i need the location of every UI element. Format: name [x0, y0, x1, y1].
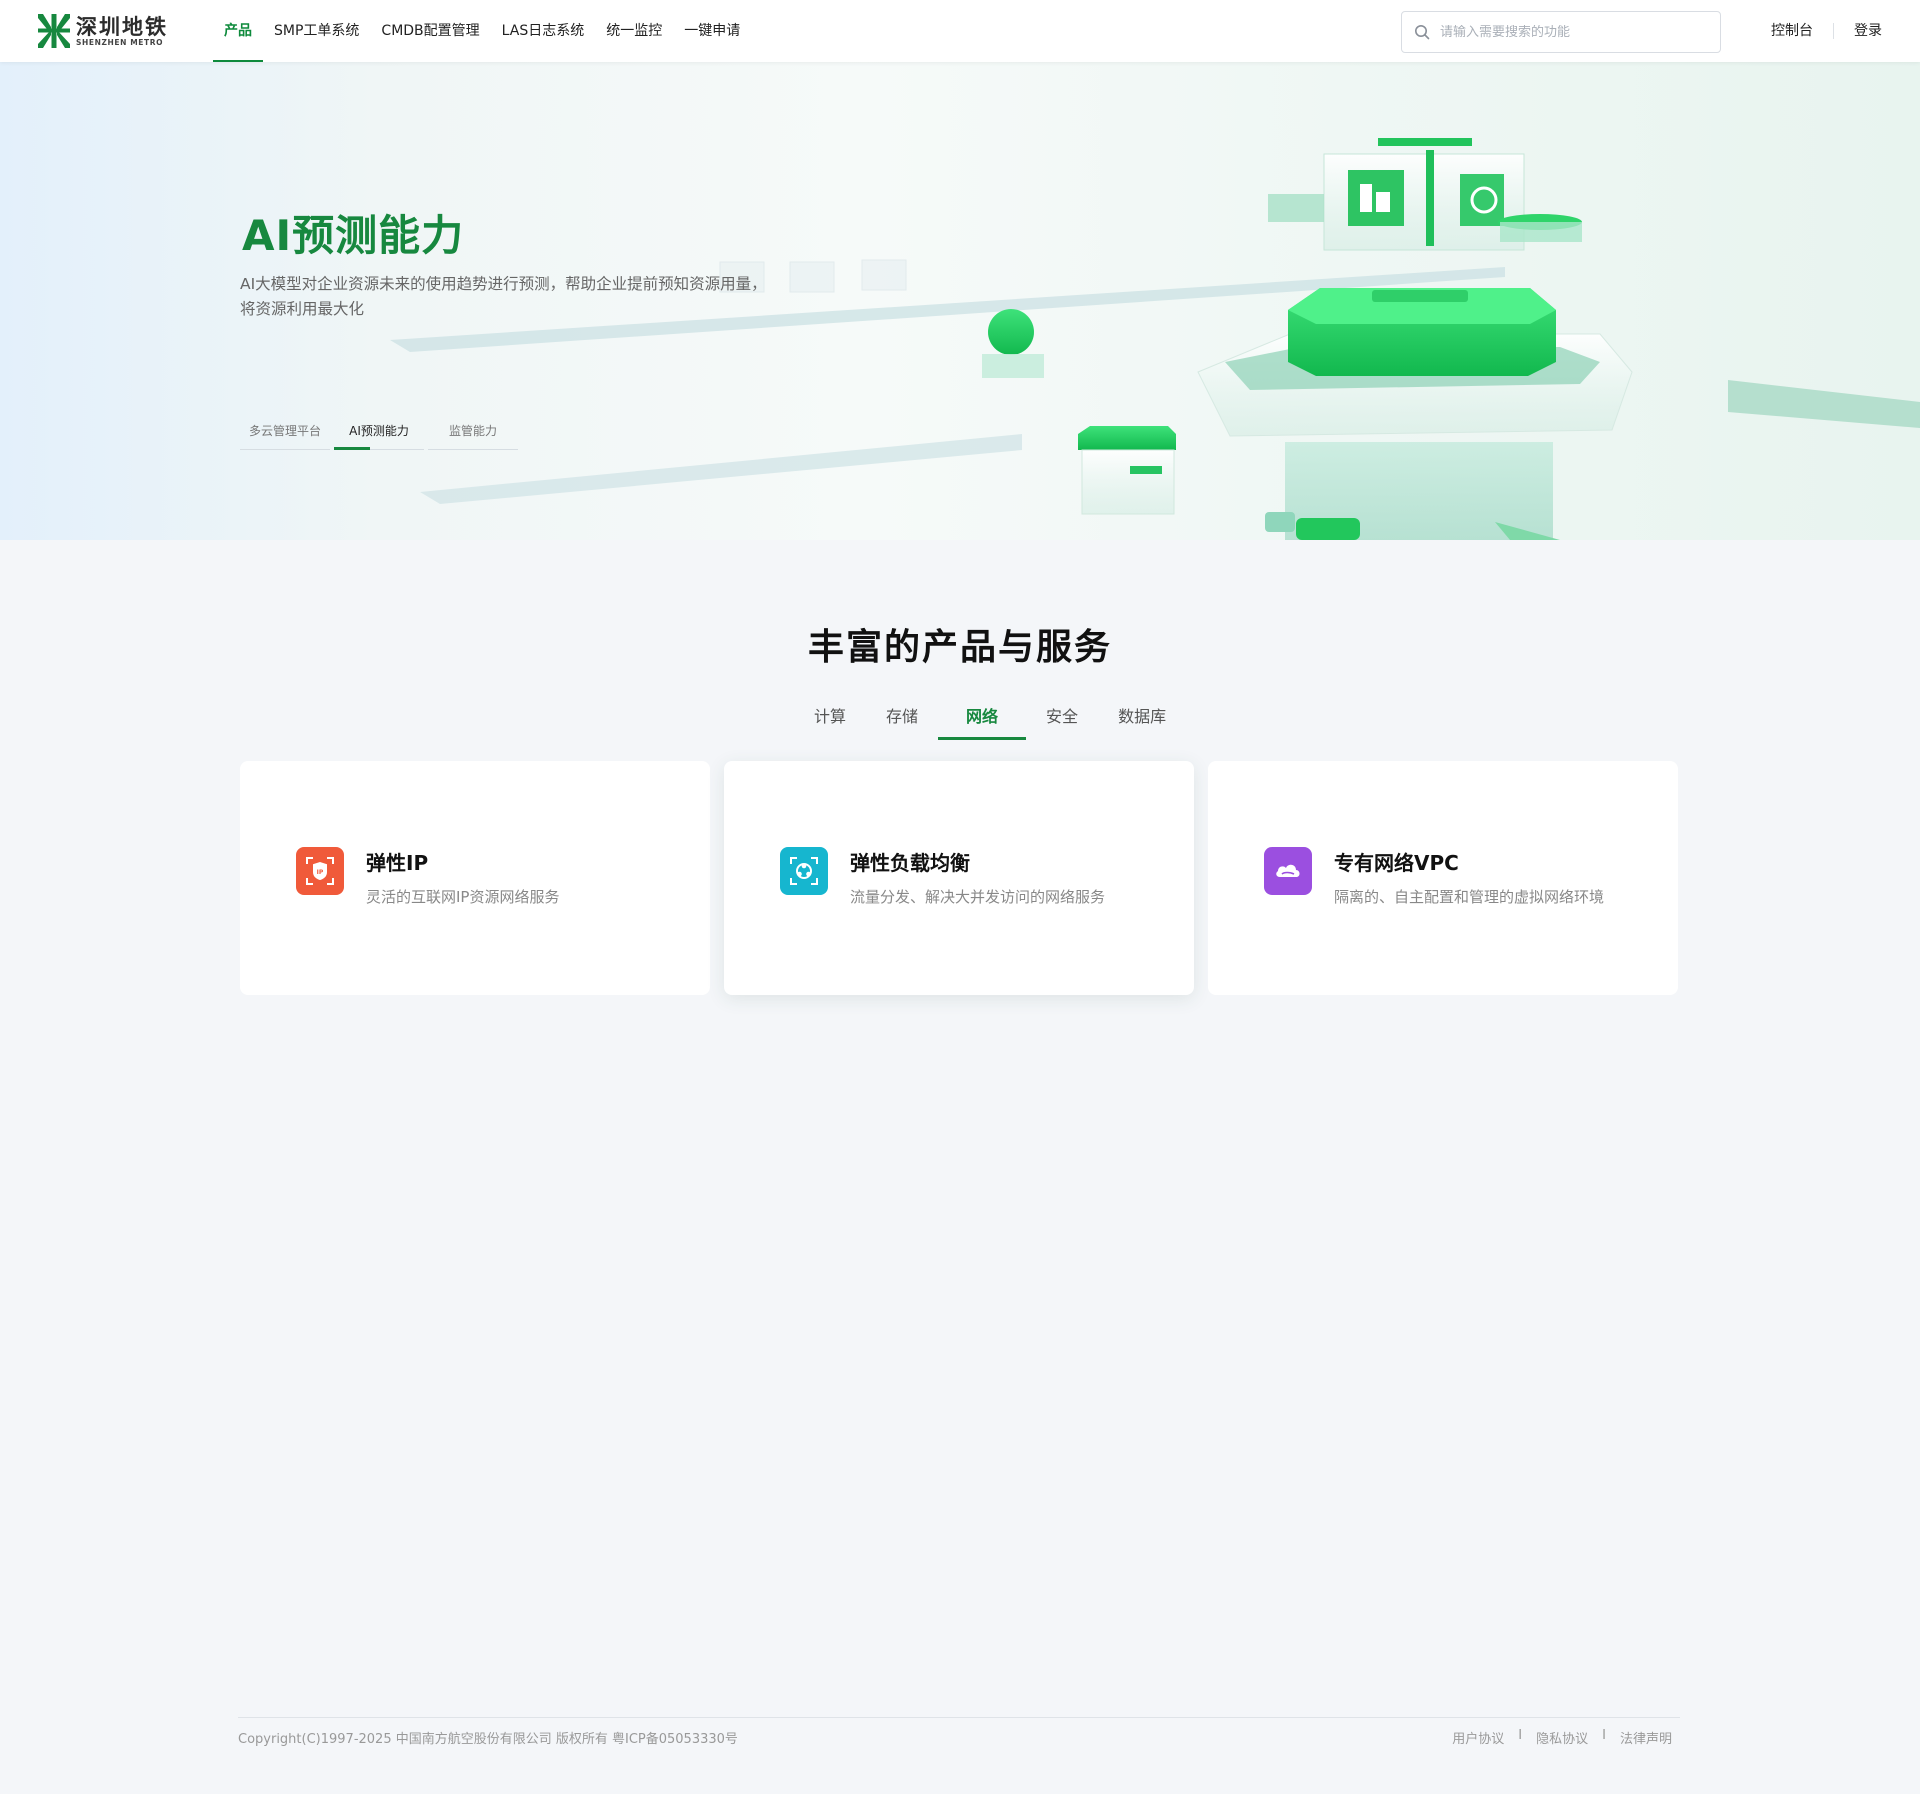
header-divider: [1833, 23, 1834, 39]
nav-item-products[interactable]: 产品: [213, 0, 263, 62]
product-card-vpc[interactable]: 专有网络VPC 隔离的、自主配置和管理的虚拟网络环境: [1208, 761, 1678, 995]
category-tab-bar: 计算 存储 网络 安全 数据库: [794, 698, 1186, 740]
hero-tab-supervision[interactable]: 监管能力: [428, 414, 518, 450]
shenzhen-metro-logo[interactable]: 深圳地铁 SHENZHEN METRO: [38, 14, 168, 48]
tab-security[interactable]: 安全: [1026, 698, 1098, 740]
tab-database[interactable]: 数据库: [1098, 698, 1186, 740]
card-description: 流量分发、解决大并发访问的网络服务: [850, 888, 1106, 906]
search-input[interactable]: [1440, 24, 1710, 40]
hero-tab-multicloud[interactable]: 多云管理平台: [240, 414, 330, 450]
copyright-text: Copyright(C)1997-2025 中国南方航空股份有限公司 版权所有 …: [238, 1732, 738, 1747]
hero-banner: AI预测能力 AI大模型对企业资源未来的使用趋势进行预测，帮助企业提前预知资源用…: [0, 62, 1920, 540]
logo-english-name: SHENZHEN METRO: [76, 37, 164, 47]
section-title: 丰富的产品与服务: [807, 627, 1112, 668]
load-balancer-icon: [780, 847, 828, 895]
card-title: 弹性负载均衡: [850, 851, 970, 875]
top-header: 深圳地铁 SHENZHEN METRO 产品 SMP工单系统 CMDB配置管理 …: [0, 0, 1920, 62]
nav-item-one-click-apply[interactable]: 一键申请: [673, 0, 751, 62]
product-card-list: IP 弹性IP 灵活的互联网IP资源网络服务 弹性负载均衡 流量分发、解决大并发…: [240, 761, 1678, 995]
svg-text:IP: IP: [317, 869, 324, 876]
card-description: 灵活的互联网IP资源网络服务: [366, 888, 560, 906]
tab-compute[interactable]: 计算: [794, 698, 866, 740]
nav-item-cmdb[interactable]: CMDB配置管理: [370, 0, 490, 62]
hero-description: AI大模型对企业资源未来的使用趋势进行预测，帮助企业提前预知资源用量，将资源利用…: [240, 275, 767, 318]
metro-logo-icon: [38, 14, 70, 48]
hero-tab-bar: 多云管理平台 AI预测能力 监管能力: [240, 414, 518, 450]
tab-storage[interactable]: 存储: [866, 698, 938, 740]
card-title: 专有网络VPC: [1334, 851, 1459, 875]
elastic-ip-icon: IP: [296, 847, 344, 895]
nav-item-smp[interactable]: SMP工单系统: [263, 0, 370, 62]
footer-link-privacy[interactable]: 隐私协议: [1536, 1728, 1588, 1747]
footer-separator: I: [1602, 1728, 1606, 1743]
hero-tab-ai-prediction[interactable]: AI预测能力: [334, 414, 424, 450]
main-nav: 产品 SMP工单系统 CMDB配置管理 LAS日志系统 统一监控 一键申请: [213, 0, 751, 62]
footer-link-user-agreement[interactable]: 用户协议: [1452, 1728, 1504, 1747]
product-card-elastic-ip[interactable]: IP 弹性IP 灵活的互联网IP资源网络服务: [240, 761, 710, 995]
footer-link-legal[interactable]: 法律声明: [1620, 1728, 1672, 1747]
footer-separator: I: [1518, 1728, 1523, 1743]
vpc-cloud-icon: [1264, 847, 1312, 895]
nav-item-monitoring[interactable]: 统一监控: [595, 0, 673, 62]
search-box: [1401, 11, 1721, 53]
card-description: 隔离的、自主配置和管理的虚拟网络环境: [1334, 888, 1605, 906]
search-icon[interactable]: [1414, 24, 1430, 40]
login-link[interactable]: 登录: [1854, 0, 1882, 62]
hero-title: AI预测能力: [242, 211, 465, 260]
footer-divider: [238, 1717, 1680, 1718]
card-title: 弹性IP: [366, 851, 429, 875]
console-link[interactable]: 控制台: [1771, 0, 1813, 62]
footer-links: 用户协议 I 隐私协议 I 法律声明: [1452, 1728, 1672, 1747]
product-card-load-balancer[interactable]: 弹性负载均衡 流量分发、解决大并发访问的网络服务: [724, 761, 1194, 995]
logo-chinese-name: 深圳地铁: [76, 14, 168, 39]
tab-network[interactable]: 网络: [938, 698, 1027, 740]
nav-item-las[interactable]: LAS日志系统: [491, 0, 596, 62]
